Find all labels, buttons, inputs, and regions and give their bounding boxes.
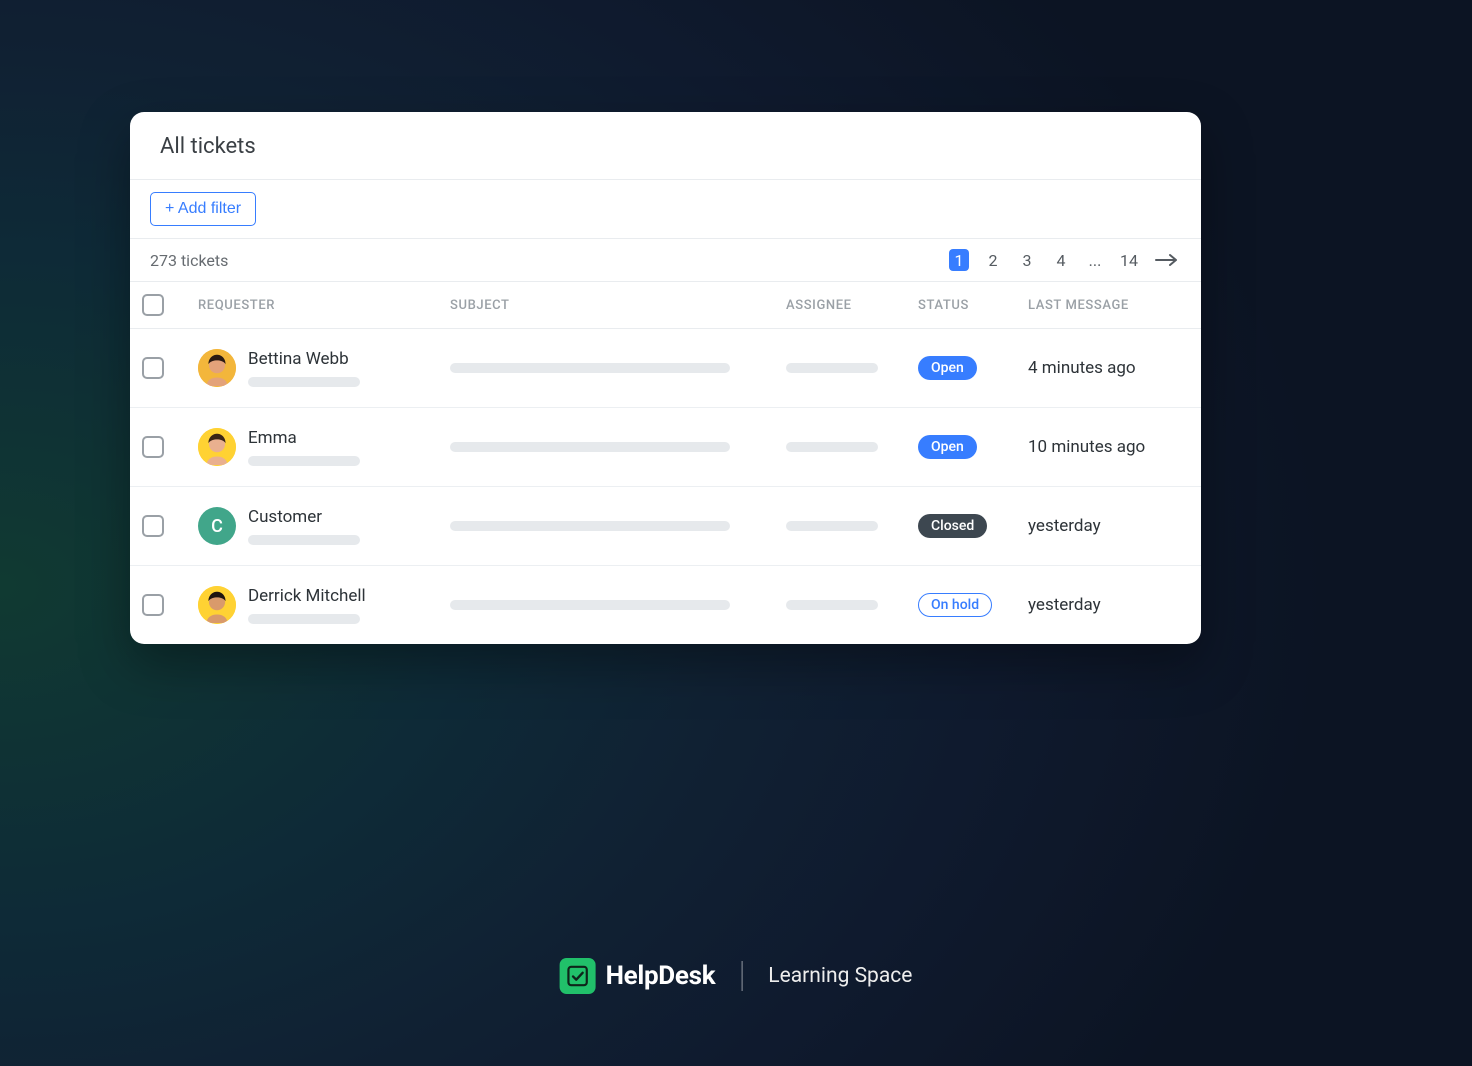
table-row[interactable]: Emma Open 10 minutes ago <box>130 408 1201 487</box>
requester-sub-skeleton <box>248 535 360 545</box>
page-title: All tickets <box>160 134 1171 159</box>
row-checkbox-cell <box>142 436 198 458</box>
avatar <box>198 349 236 387</box>
select-all-checkbox[interactable] <box>142 294 164 316</box>
page-last[interactable]: 14 <box>1119 249 1139 271</box>
status-cell: On hold <box>918 593 1028 617</box>
requester-sub-skeleton <box>248 377 360 387</box>
status-badge: Open <box>918 356 977 380</box>
count-bar: 273 tickets 1 2 3 4 ... 14 <box>130 239 1201 282</box>
requester-cell: Derrick Mitchell <box>198 586 450 624</box>
page-4[interactable]: 4 <box>1051 249 1071 271</box>
add-filter-button[interactable]: + Add filter <box>150 192 256 226</box>
assignee-cell <box>786 521 918 531</box>
row-checkbox-cell <box>142 357 198 379</box>
row-checkbox[interactable] <box>142 357 164 379</box>
requester-text: Emma <box>248 428 360 466</box>
table-row[interactable]: C Customer Closed yesterday <box>130 487 1201 566</box>
subject-skeleton <box>450 521 730 531</box>
brand-left: HelpDesk <box>560 958 716 994</box>
col-assignee: ASSIGNEE <box>786 298 918 313</box>
panel-header: All tickets <box>130 112 1201 180</box>
assignee-skeleton <box>786 442 878 452</box>
avatar <box>198 586 236 624</box>
select-all-cell <box>142 294 198 316</box>
assignee-cell <box>786 442 918 452</box>
filter-bar: + Add filter <box>130 180 1201 239</box>
row-checkbox[interactable] <box>142 515 164 537</box>
status-badge: Open <box>918 435 977 459</box>
page-ellipsis: ... <box>1085 249 1105 271</box>
brand-bar: HelpDesk Learning Space <box>560 958 913 994</box>
brand-divider <box>741 961 742 991</box>
last-message: 4 minutes ago <box>1028 358 1181 378</box>
ticket-rows: Bettina Webb Open 4 minutes ago Emma <box>130 329 1201 644</box>
status-badge: Closed <box>918 514 987 538</box>
next-page-icon[interactable] <box>1153 253 1181 267</box>
last-message: yesterday <box>1028 516 1181 536</box>
column-headers: REQUESTER SUBJECT ASSIGNEE STATUS LAST M… <box>130 282 1201 329</box>
row-checkbox-cell <box>142 594 198 616</box>
page-1[interactable]: 1 <box>949 249 969 271</box>
row-checkbox[interactable] <box>142 436 164 458</box>
row-checkbox[interactable] <box>142 594 164 616</box>
row-checkbox-cell <box>142 515 198 537</box>
status-cell: Closed <box>918 514 1028 538</box>
requester-name: Emma <box>248 428 360 448</box>
assignee-skeleton <box>786 600 878 610</box>
requester-text: Derrick Mitchell <box>248 586 366 624</box>
avatar: C <box>198 507 236 545</box>
requester-sub-skeleton <box>248 456 360 466</box>
subject-cell <box>450 521 786 531</box>
table-row[interactable]: Derrick Mitchell On hold yesterday <box>130 566 1201 644</box>
tickets-panel: All tickets + Add filter 273 tickets 1 2… <box>130 112 1201 644</box>
requester-text: Bettina Webb <box>248 349 360 387</box>
status-cell: Open <box>918 435 1028 459</box>
brand-sub: Learning Space <box>768 964 912 988</box>
subject-skeleton <box>450 600 730 610</box>
last-message: 10 minutes ago <box>1028 437 1181 457</box>
requester-text: Customer <box>248 507 360 545</box>
col-requester: REQUESTER <box>198 298 450 313</box>
table-row[interactable]: Bettina Webb Open 4 minutes ago <box>130 329 1201 408</box>
avatar <box>198 428 236 466</box>
subject-skeleton <box>450 363 730 373</box>
requester-name: Bettina Webb <box>248 349 360 369</box>
subject-cell <box>450 600 786 610</box>
pagination: 1 2 3 4 ... 14 <box>949 249 1181 271</box>
helpdesk-logo-icon <box>560 958 596 994</box>
assignee-skeleton <box>786 363 878 373</box>
requester-name: Derrick Mitchell <box>248 586 366 606</box>
brand-name: HelpDesk <box>606 961 716 991</box>
requester-cell: C Customer <box>198 507 450 545</box>
requester-name: Customer <box>248 507 360 527</box>
col-subject: SUBJECT <box>450 298 786 313</box>
status-badge: On hold <box>918 593 992 617</box>
last-message: yesterday <box>1028 595 1181 615</box>
col-status: STATUS <box>918 298 1028 313</box>
assignee-skeleton <box>786 521 878 531</box>
assignee-cell <box>786 600 918 610</box>
subject-skeleton <box>450 442 730 452</box>
page-3[interactable]: 3 <box>1017 249 1037 271</box>
subject-cell <box>450 442 786 452</box>
requester-sub-skeleton <box>248 614 360 624</box>
col-last-message: LAST MESSAGE <box>1028 298 1181 313</box>
page-2[interactable]: 2 <box>983 249 1003 271</box>
requester-cell: Emma <box>198 428 450 466</box>
requester-cell: Bettina Webb <box>198 349 450 387</box>
subject-cell <box>450 363 786 373</box>
assignee-cell <box>786 363 918 373</box>
status-cell: Open <box>918 356 1028 380</box>
ticket-count: 273 tickets <box>150 251 228 270</box>
